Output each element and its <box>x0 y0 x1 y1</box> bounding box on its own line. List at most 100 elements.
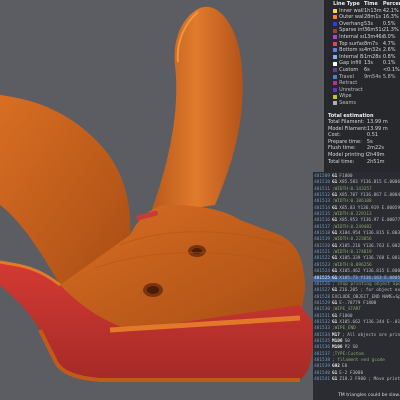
legend-item-label: Outer wall <box>339 14 364 21</box>
estimation-value: 13.99 m <box>366 125 388 132</box>
gcode-viewer[interactable]: 481509 G1 F1800 481510 G1 X85.583 Y136.815 E.… <box>313 172 400 400</box>
legend-item-label: Wipe <box>339 93 352 100</box>
estimation-label: Flush time: <box>328 145 356 152</box>
color-swatch <box>333 15 338 20</box>
gcode-line-number: 481541 <box>314 377 330 382</box>
legend-item-percent: 42.1% <box>382 7 399 14</box>
color-swatch <box>333 8 338 13</box>
gcode-arguments: Z18.2 F900 ; Move print head <box>339 377 400 382</box>
legend-item-label: Travel <box>339 73 355 80</box>
legend-item-percent: <0.1% <box>382 66 400 73</box>
estimation-label: Model printing time: <box>328 152 367 159</box>
total-estimation-title: Total estimation <box>328 112 374 119</box>
legend-item[interactable]: Gap infill 13s 0.1% <box>328 60 400 67</box>
gcode-arguments: ; All objects are printed <box>341 332 400 338</box>
estimation-value: 2m22s <box>366 145 384 152</box>
legend-panel: Line Type Time Percen Inner wall1h13m42.… <box>324 0 400 172</box>
col-time: Time <box>364 1 378 7</box>
legend-item-label: Sparse infill <box>339 27 364 34</box>
legend-item-percent: 0.5% <box>382 20 396 27</box>
color-swatch <box>333 68 338 73</box>
color-swatch <box>333 94 338 99</box>
color-swatch <box>333 55 338 60</box>
estimation-row: Cost: 0.51 <box>328 132 400 139</box>
estimation-label: Model Filament: <box>328 125 367 132</box>
legend-item[interactable]: Outer wall 28m1s 16.3% <box>328 14 400 21</box>
legend-item-percent: 0.8% <box>382 53 396 60</box>
legend-item-time: 9m54s <box>364 73 382 80</box>
legend-item[interactable]: Custom 6s <0.1% <box>328 67 400 74</box>
legend-item-time: 53s <box>364 20 373 27</box>
gcode-line[interactable]: 481541G1Z18.2 F900 ; Move print head <box>313 377 400 383</box>
legend-item[interactable]: Internal solid infill13m46s8.0% <box>328 34 400 41</box>
estimation-value: 0.51 <box>366 132 379 139</box>
legend-item-label: Bottom surface <box>339 47 364 54</box>
color-swatch <box>333 101 338 106</box>
legend-item[interactable]: Overhang wall53s 0.5% <box>328 21 400 28</box>
legend-item[interactable]: Sparse infill36m51s21.3% <box>328 27 400 34</box>
estimation-label: Total time: <box>328 158 355 165</box>
legend-item[interactable]: Internal Bridge1m28s0.8% <box>328 54 400 61</box>
legend-item-percent: 4.7% <box>382 40 396 47</box>
legend-item-label: Top surface <box>339 40 364 47</box>
color-swatch <box>333 41 338 46</box>
color-swatch <box>333 88 338 93</box>
estimation-row: Model printing time:2h49m <box>328 152 400 159</box>
legend-item-time: 13s <box>364 60 373 67</box>
legend-item-time: 36m51s <box>364 27 383 34</box>
legend-item-time: 4m32s <box>364 47 382 54</box>
legend-item-percent: 16.3% <box>382 14 399 21</box>
color-swatch <box>333 22 338 27</box>
color-swatch <box>333 48 338 53</box>
estimation-row: Total Filament: 13.99 m <box>328 119 400 126</box>
legend-item-time: 1h13m <box>364 7 382 14</box>
legend-item-percent: 21.3% <box>382 27 399 34</box>
legend-item[interactable]: Retract <box>328 80 400 87</box>
legend-item-label: Internal solid infill <box>339 33 364 40</box>
col-percent: Percen <box>382 1 400 7</box>
legend-item-label: Overhang wall <box>339 20 364 27</box>
legend-item[interactable]: Inner wall 1h13m 42.1% <box>328 8 400 15</box>
estimation-label: Prepare time: <box>328 138 362 145</box>
estimation-value: 5s <box>366 138 373 145</box>
estimation-value: 2h51m <box>366 158 385 165</box>
color-swatch <box>333 61 338 66</box>
legend-item-time: 1m28s <box>364 53 382 60</box>
legend-item-label: Inner wall <box>339 7 364 14</box>
legend-item-label: Retract <box>339 80 358 87</box>
color-swatch <box>333 28 338 33</box>
legend-item-percent: 5.8% <box>382 73 396 80</box>
legend-item[interactable]: Seams <box>328 100 400 107</box>
legend-item-time: 13m46s <box>364 33 383 40</box>
color-swatch <box>333 81 338 86</box>
estimation-label: Cost: <box>328 132 341 139</box>
estimation-row: Prepare time: 5s <box>328 139 400 146</box>
legend-item-label: Custom <box>339 66 359 73</box>
legend-item-label: Seams <box>339 99 356 106</box>
estimation-value: 2h49m <box>366 152 385 159</box>
legend-item[interactable]: Top surface8m7s 4.7% <box>328 41 400 48</box>
estimation-row: Flush time: 2m22s <box>328 145 400 152</box>
legend-item[interactable]: Unretract <box>328 87 400 94</box>
legend-item-percent: 2.6% <box>382 47 396 54</box>
col-line-type: Line Type <box>333 1 360 7</box>
legend-item-label: Internal Bridge <box>339 53 364 60</box>
legend-item-label: Unretract <box>339 86 363 93</box>
estimation-value: 13.99 m <box>366 119 388 126</box>
estimation-label: Total Filament: <box>328 119 365 126</box>
color-swatch <box>333 35 338 40</box>
legend-item-time: 6s <box>364 66 370 73</box>
gcode-command: G1 <box>332 377 338 382</box>
legend-item[interactable]: Wipe <box>328 93 400 100</box>
legend-item[interactable]: Travel 9m54s 5.8% <box>328 74 400 81</box>
legend-item-label: Gap infill <box>339 60 362 67</box>
legend-header: Line Type Time Percen <box>328 1 400 8</box>
color-swatch <box>333 74 338 79</box>
estimation-row: Model Filament: 13.99 m <box>328 126 400 133</box>
legend-item-percent: 8.0% <box>382 33 396 40</box>
estimation-row: Total time: 2h51m <box>328 159 400 166</box>
legend-item-time: 28m1s <box>364 14 382 21</box>
legend-item-percent: 0.1% <box>382 60 396 67</box>
warning-tooltip: TM triangles could be slow. It is <box>338 392 400 400</box>
legend-item[interactable]: Bottom surface4m32s2.6% <box>328 47 400 54</box>
